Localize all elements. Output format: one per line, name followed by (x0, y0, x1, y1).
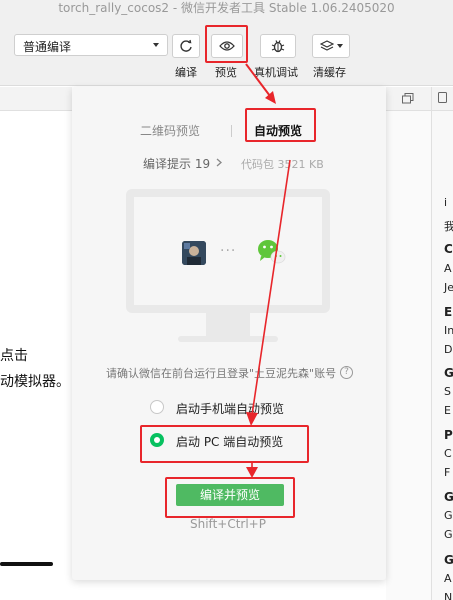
arrow-line-2 (251, 159, 291, 416)
arrowhead-2 (246, 412, 258, 426)
arrowhead-3 (246, 467, 258, 478)
annotation-arrows (245, 63, 291, 478)
arrow-line-1 (245, 63, 271, 97)
